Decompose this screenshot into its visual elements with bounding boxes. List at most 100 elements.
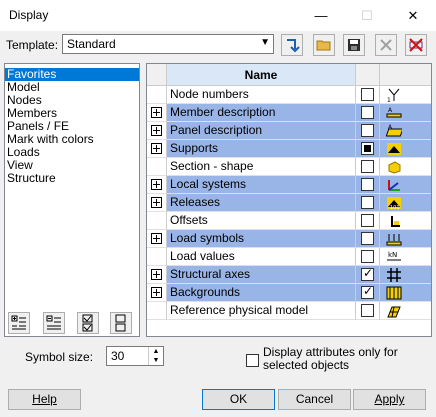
- row-checkbox[interactable]: [361, 304, 374, 317]
- member-description-icon: A: [386, 107, 402, 118]
- load-template-button[interactable]: [281, 34, 303, 56]
- row-header[interactable]: [147, 230, 167, 248]
- expand-plus-icon[interactable]: [151, 107, 162, 118]
- row-header: [147, 212, 167, 230]
- open-folder-button[interactable]: [313, 34, 335, 56]
- attributes-grid[interactable]: Name Node numbers 1 Member description A Pan…: [146, 63, 432, 337]
- title-bar: Display — ☐ ✕: [0, 0, 436, 31]
- row-header[interactable]: [147, 176, 167, 194]
- template-combo[interactable]: Standard ▼: [62, 34, 274, 54]
- row-checkbox[interactable]: [361, 142, 374, 155]
- expand-plus-icon[interactable]: [151, 125, 162, 136]
- row-checkbox-cell: [356, 284, 380, 302]
- grid-row[interactable]: Section - shape: [147, 158, 431, 176]
- spinner-arrows[interactable]: ▲ ▼: [148, 347, 163, 365]
- grid-row[interactable]: Panel description A: [147, 122, 431, 140]
- chevron-down-icon[interactable]: ▼: [260, 37, 270, 48]
- row-checkbox-cell: [356, 212, 380, 230]
- grid-row[interactable]: Structural axes: [147, 266, 431, 284]
- delete-button[interactable]: [375, 34, 397, 56]
- releases-icon: 101: [387, 197, 401, 211]
- row-checkbox[interactable]: [361, 160, 374, 173]
- row-icon-cell: [380, 230, 431, 248]
- grid-row[interactable]: Member description A: [147, 104, 431, 122]
- row-header: [147, 158, 167, 176]
- row-checkbox[interactable]: [361, 178, 374, 191]
- reset-button[interactable]: [405, 34, 427, 56]
- grid-row[interactable]: Backgrounds: [147, 284, 431, 302]
- expand-plus-icon[interactable]: [151, 179, 162, 190]
- minimize-button[interactable]: —: [298, 0, 344, 31]
- row-checkbox-cell: [356, 248, 380, 266]
- row-checkbox-cell: [356, 176, 380, 194]
- expand-plus-icon[interactable]: [151, 269, 162, 280]
- row-icon-cell: [380, 212, 431, 230]
- row-label: Local systems: [167, 176, 356, 194]
- row-checkbox[interactable]: [361, 196, 374, 209]
- row-icon-cell: [380, 284, 431, 302]
- category-item[interactable]: Structure: [5, 172, 139, 185]
- panel-description-icon: A: [386, 124, 402, 137]
- maximize-button[interactable]: ☐: [344, 0, 390, 31]
- row-checkbox[interactable]: [361, 232, 374, 245]
- row-header[interactable]: [147, 266, 167, 284]
- spin-up-icon[interactable]: ▲: [149, 347, 163, 356]
- grid-row[interactable]: Offsets: [147, 212, 431, 230]
- row-header[interactable]: [147, 104, 167, 122]
- expand-plus-icon[interactable]: [151, 143, 162, 154]
- apply-button[interactable]: Apply: [353, 389, 426, 410]
- row-header[interactable]: [147, 122, 167, 140]
- grid-row[interactable]: Supports: [147, 140, 431, 158]
- save-icon: [348, 39, 360, 51]
- local-systems-icon: [388, 180, 400, 191]
- symbol-size-spinner[interactable]: 30 ▲ ▼: [106, 346, 164, 366]
- row-checkbox[interactable]: [361, 106, 374, 119]
- save-button[interactable]: [343, 34, 365, 56]
- expand-plus-icon[interactable]: [151, 197, 162, 208]
- row-label: Node numbers: [167, 86, 356, 104]
- grid-header: Name: [147, 64, 431, 86]
- row-icon-cell: A: [380, 104, 431, 122]
- close-button[interactable]: ✕: [390, 0, 436, 31]
- grid-row[interactable]: Releases 101: [147, 194, 431, 212]
- collapse-all-button[interactable]: [43, 312, 65, 334]
- row-label: Panel description: [167, 122, 356, 140]
- spin-down-icon[interactable]: ▼: [149, 356, 163, 365]
- row-icon-cell: [380, 302, 431, 320]
- uncheck-all-icon: [115, 314, 126, 332]
- expand-plus-icon[interactable]: [151, 233, 162, 244]
- maximize-icon: ☐: [361, 7, 373, 23]
- row-label: Load symbols: [167, 230, 356, 248]
- ok-button[interactable]: OK: [202, 389, 275, 410]
- selected-only-checkbox[interactable]: [246, 354, 259, 367]
- grid-row[interactable]: Reference physical model: [147, 302, 431, 320]
- grid-row[interactable]: Node numbers 1: [147, 86, 431, 104]
- column-header-name[interactable]: Name: [167, 64, 356, 86]
- check-all-icon: [82, 314, 93, 332]
- grid-row[interactable]: Load symbols: [147, 230, 431, 248]
- row-header[interactable]: [147, 140, 167, 158]
- row-label: Offsets: [167, 212, 356, 230]
- arrow-into-icon: [287, 39, 300, 53]
- row-checkbox[interactable]: [361, 88, 374, 101]
- cancel-label: Cancel: [295, 392, 334, 406]
- expand-all-button[interactable]: [8, 312, 30, 334]
- reset-icon: [409, 38, 423, 52]
- row-checkbox[interactable]: [361, 250, 374, 263]
- row-checkbox[interactable]: [361, 124, 374, 137]
- grid-row[interactable]: Local systems: [147, 176, 431, 194]
- row-checkbox[interactable]: [361, 214, 374, 227]
- category-list[interactable]: Favorites Model Nodes Members Panels / F…: [4, 63, 140, 337]
- svg-text:101: 101: [390, 205, 400, 211]
- row-header[interactable]: [147, 194, 167, 212]
- help-button[interactable]: Help: [8, 389, 81, 410]
- expand-tree-icon: [11, 315, 26, 330]
- row-header[interactable]: [147, 284, 167, 302]
- check-all-button[interactable]: [77, 312, 99, 334]
- row-checkbox[interactable]: [361, 284, 374, 299]
- uncheck-all-button[interactable]: [110, 312, 132, 334]
- row-checkbox[interactable]: [361, 266, 374, 281]
- grid-row[interactable]: Load values kN: [147, 248, 431, 266]
- cancel-button[interactable]: Cancel: [278, 389, 351, 410]
- expand-plus-icon[interactable]: [151, 287, 162, 298]
